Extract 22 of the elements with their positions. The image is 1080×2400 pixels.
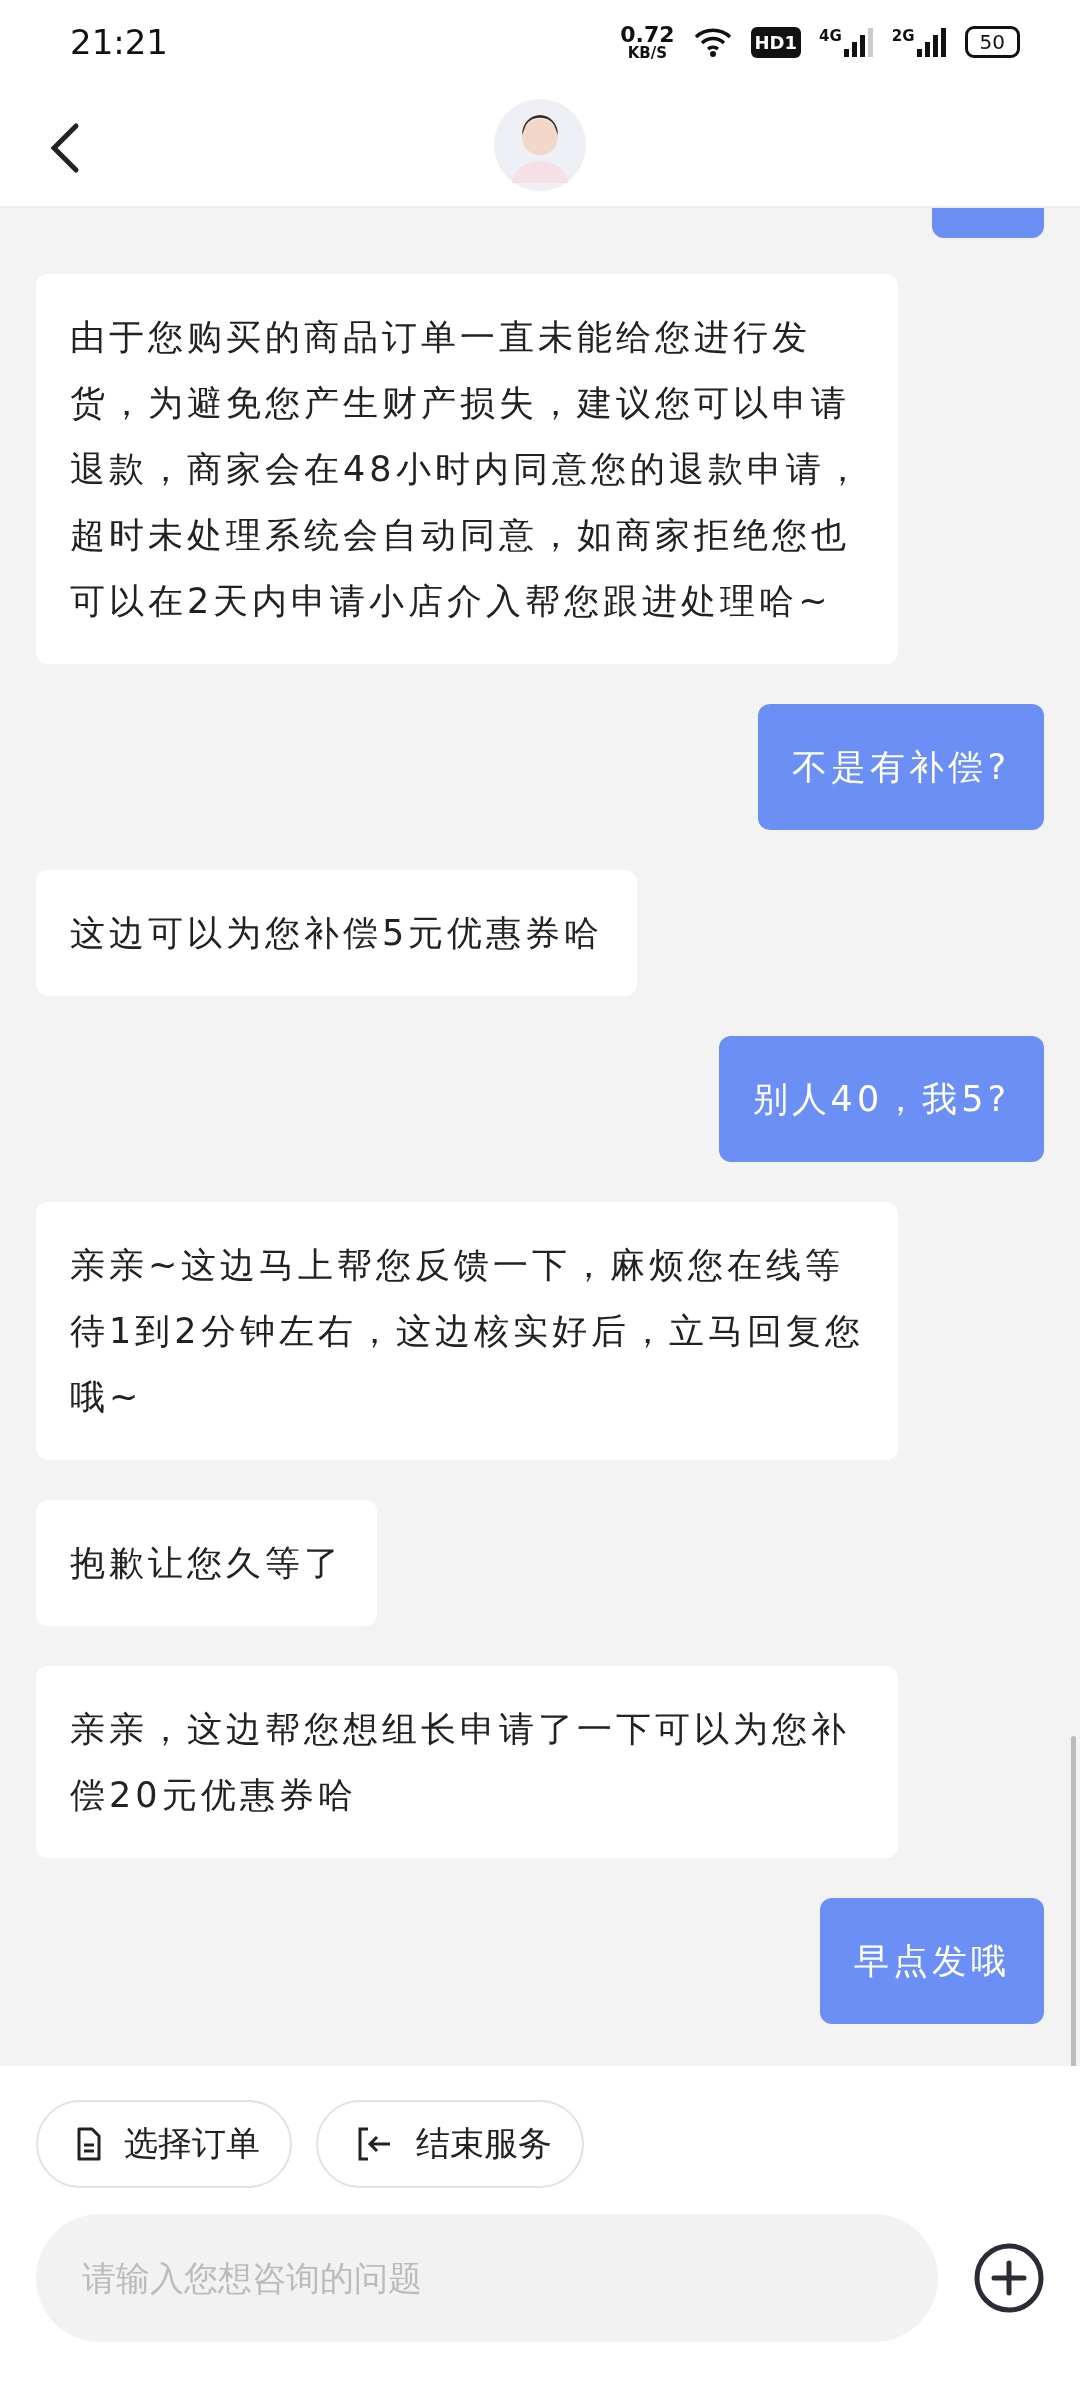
message-bubble: 抱歉让您久等了 <box>36 1500 377 1626</box>
message-bubble: 不是有补偿? <box>758 704 1044 830</box>
message-bubble: 由于您购买的商品订单一直未能给您进行发货，为避免您产生财产损失，建议您可以申请退款，商家会在48小时内同意您的退款申请，超时未处理系统会自动同意，如商家拒绝您也可以在2天内申请小店介入帮您跟进处理哈~ <box>36 274 898 664</box>
network-type: 4G <box>819 27 842 45</box>
message-bubble: 别人40，我5? <box>718 1036 1044 1162</box>
network-speed: 0.72 <box>620 23 675 46</box>
quick-action-button[interactable]: 选择订单 <box>36 2100 292 2188</box>
message-bubble: 亲亲~这边马上帮您反馈一下，麻烦您在线等待1到2分钟左右，这边核实好后，立马回复您哦~ <box>36 1202 898 1460</box>
speed-unit: KB/S <box>627 45 668 61</box>
message-bubble: 这边可以为您补偿5元优惠券哈 <box>36 870 638 996</box>
battery-level: 50 <box>964 26 1020 58</box>
quick-action-button[interactable]: 结束服务 <box>316 2100 584 2188</box>
signal-icon <box>843 27 874 57</box>
hd-badge: HD1 <box>750 26 802 58</box>
signal-icon <box>916 27 947 57</box>
document-icon <box>76 2127 102 2161</box>
wifi-icon <box>692 27 733 57</box>
network-type: 2G <box>891 27 915 45</box>
status-time: 21:21 <box>70 22 168 62</box>
message-bubble: 亲亲，这边帮您想组长申请了一下可以为您补偿20元优惠券哈 <box>36 1666 898 1858</box>
message-bubble: 早点发哦 <box>820 1898 1044 2024</box>
plus-icon[interactable] <box>974 2243 1044 2313</box>
